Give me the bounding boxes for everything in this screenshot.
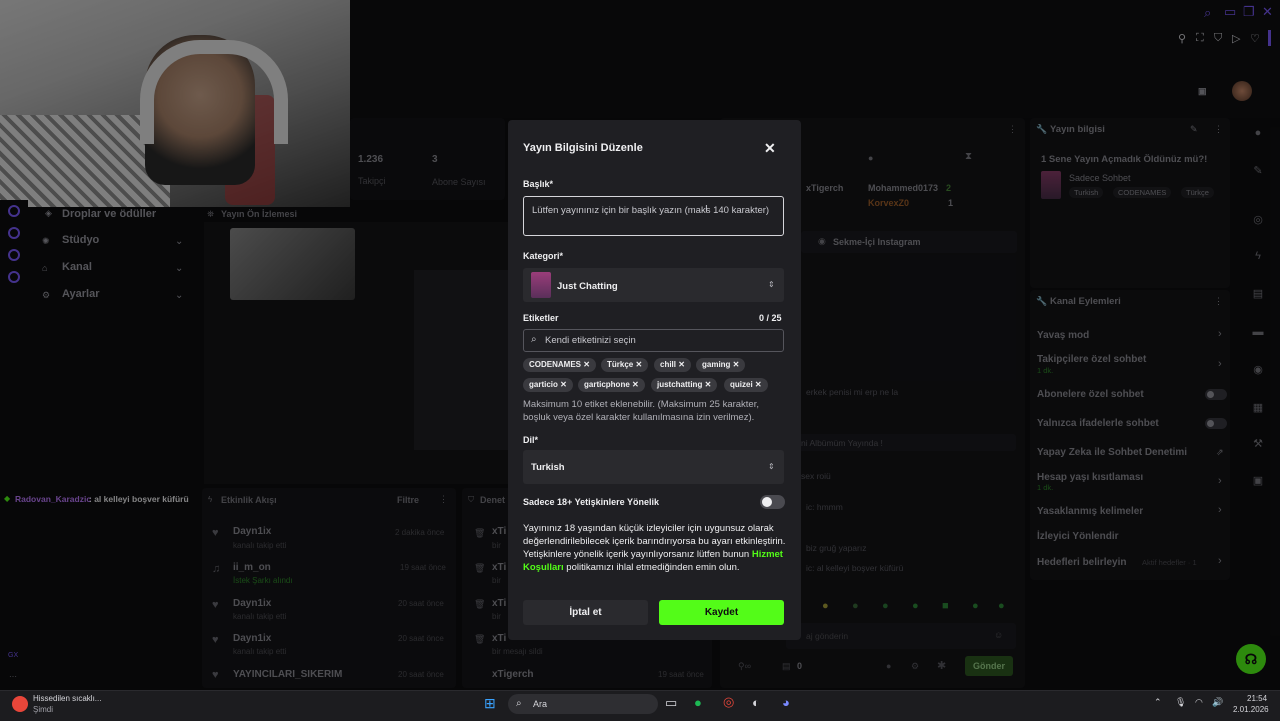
weather-text[interactable]: Hissedilen sıcaklı... <box>33 694 101 703</box>
language-label: Dil* <box>523 435 539 445</box>
steam-icon[interactable]: ◐ <box>752 695 760 710</box>
tray-chevron-up-icon[interactable]: ⌃ <box>1154 697 1162 708</box>
opera-gx-icon[interactable]: ◎ <box>723 694 734 710</box>
taskbar-search[interactable] <box>508 694 658 714</box>
search-icon: ⌕ <box>516 698 522 709</box>
adult-label: Sadece 18+ Yetişkinlere Yönelik <box>523 497 660 507</box>
language-value: Turkish <box>531 462 565 473</box>
title-label: Başlık* <box>523 179 554 189</box>
adult-description: Yayınınız 18 yaşından küçük izleyiciler … <box>523 523 786 573</box>
tag-search-placeholder: Kendi etiketinizi seçin <box>545 335 636 346</box>
tag-chip[interactable]: garticio ✕ <box>523 378 573 392</box>
select-arrows-icon: ⇕ <box>768 462 775 471</box>
wifi-icon[interactable]: ◠ <box>1195 697 1203 708</box>
clock-date[interactable]: 2.01.2026 <box>1233 705 1269 714</box>
save-button[interactable]: Kaydet <box>659 600 784 625</box>
tag-chip[interactable]: gaming ✕ <box>696 358 746 372</box>
close-icon[interactable]: ✕ <box>764 140 776 157</box>
discord-icon[interactable]: ◕ <box>782 695 790 710</box>
tag-chip[interactable]: CODENAMES ✕ <box>523 358 596 372</box>
title-placeholder: Lütfen yayınınız için bir başlık yazın (… <box>532 205 770 216</box>
adult-toggle[interactable] <box>760 495 785 509</box>
clock-time[interactable]: 21:54 <box>1247 694 1267 703</box>
category-value: Just Chatting <box>557 281 618 292</box>
tags-label: Etiketler <box>523 313 559 323</box>
tag-chip[interactable]: justchatting ✕ <box>651 378 718 392</box>
weather-sub: Şimdi <box>33 705 54 714</box>
taskbar-search-placeholder: Ara <box>533 699 548 709</box>
select-arrows-icon: ⇕ <box>768 280 775 289</box>
windows-start-icon[interactable]: ⊞ <box>484 695 496 712</box>
search-icon: ⌕ <box>531 334 537 345</box>
tag-chip[interactable]: quizei ✕ <box>724 378 768 392</box>
volume-icon[interactable]: 🔊 <box>1212 697 1223 708</box>
task-view-icon[interactable]: ▭ <box>665 695 677 711</box>
tag-chip[interactable]: chill ✕ <box>654 358 691 372</box>
mic-icon[interactable]: 🎙 <box>1175 697 1186 708</box>
weather-icon[interactable] <box>12 696 28 712</box>
modal-title: Yayın Bilgisini Düzenle <box>523 142 643 154</box>
tags-help-text: Maksimum 10 etiket eklenebilir. (Maksimu… <box>523 399 759 423</box>
category-label: Kategori* <box>523 251 564 261</box>
tag-chip[interactable]: Türkçe ✕ <box>601 358 649 372</box>
title-input[interactable]: Lütfen yayınınız için bir başlık yazın (… <box>523 196 784 236</box>
tags-count: 0 / 25 <box>759 313 782 323</box>
text-cursor-icon: I <box>705 204 708 215</box>
category-thumbnail <box>531 272 551 298</box>
cancel-button[interactable]: İptal et <box>523 600 648 625</box>
tag-chip[interactable]: garticphone ✕ <box>578 378 645 392</box>
spotify-icon[interactable]: ● <box>694 695 702 710</box>
